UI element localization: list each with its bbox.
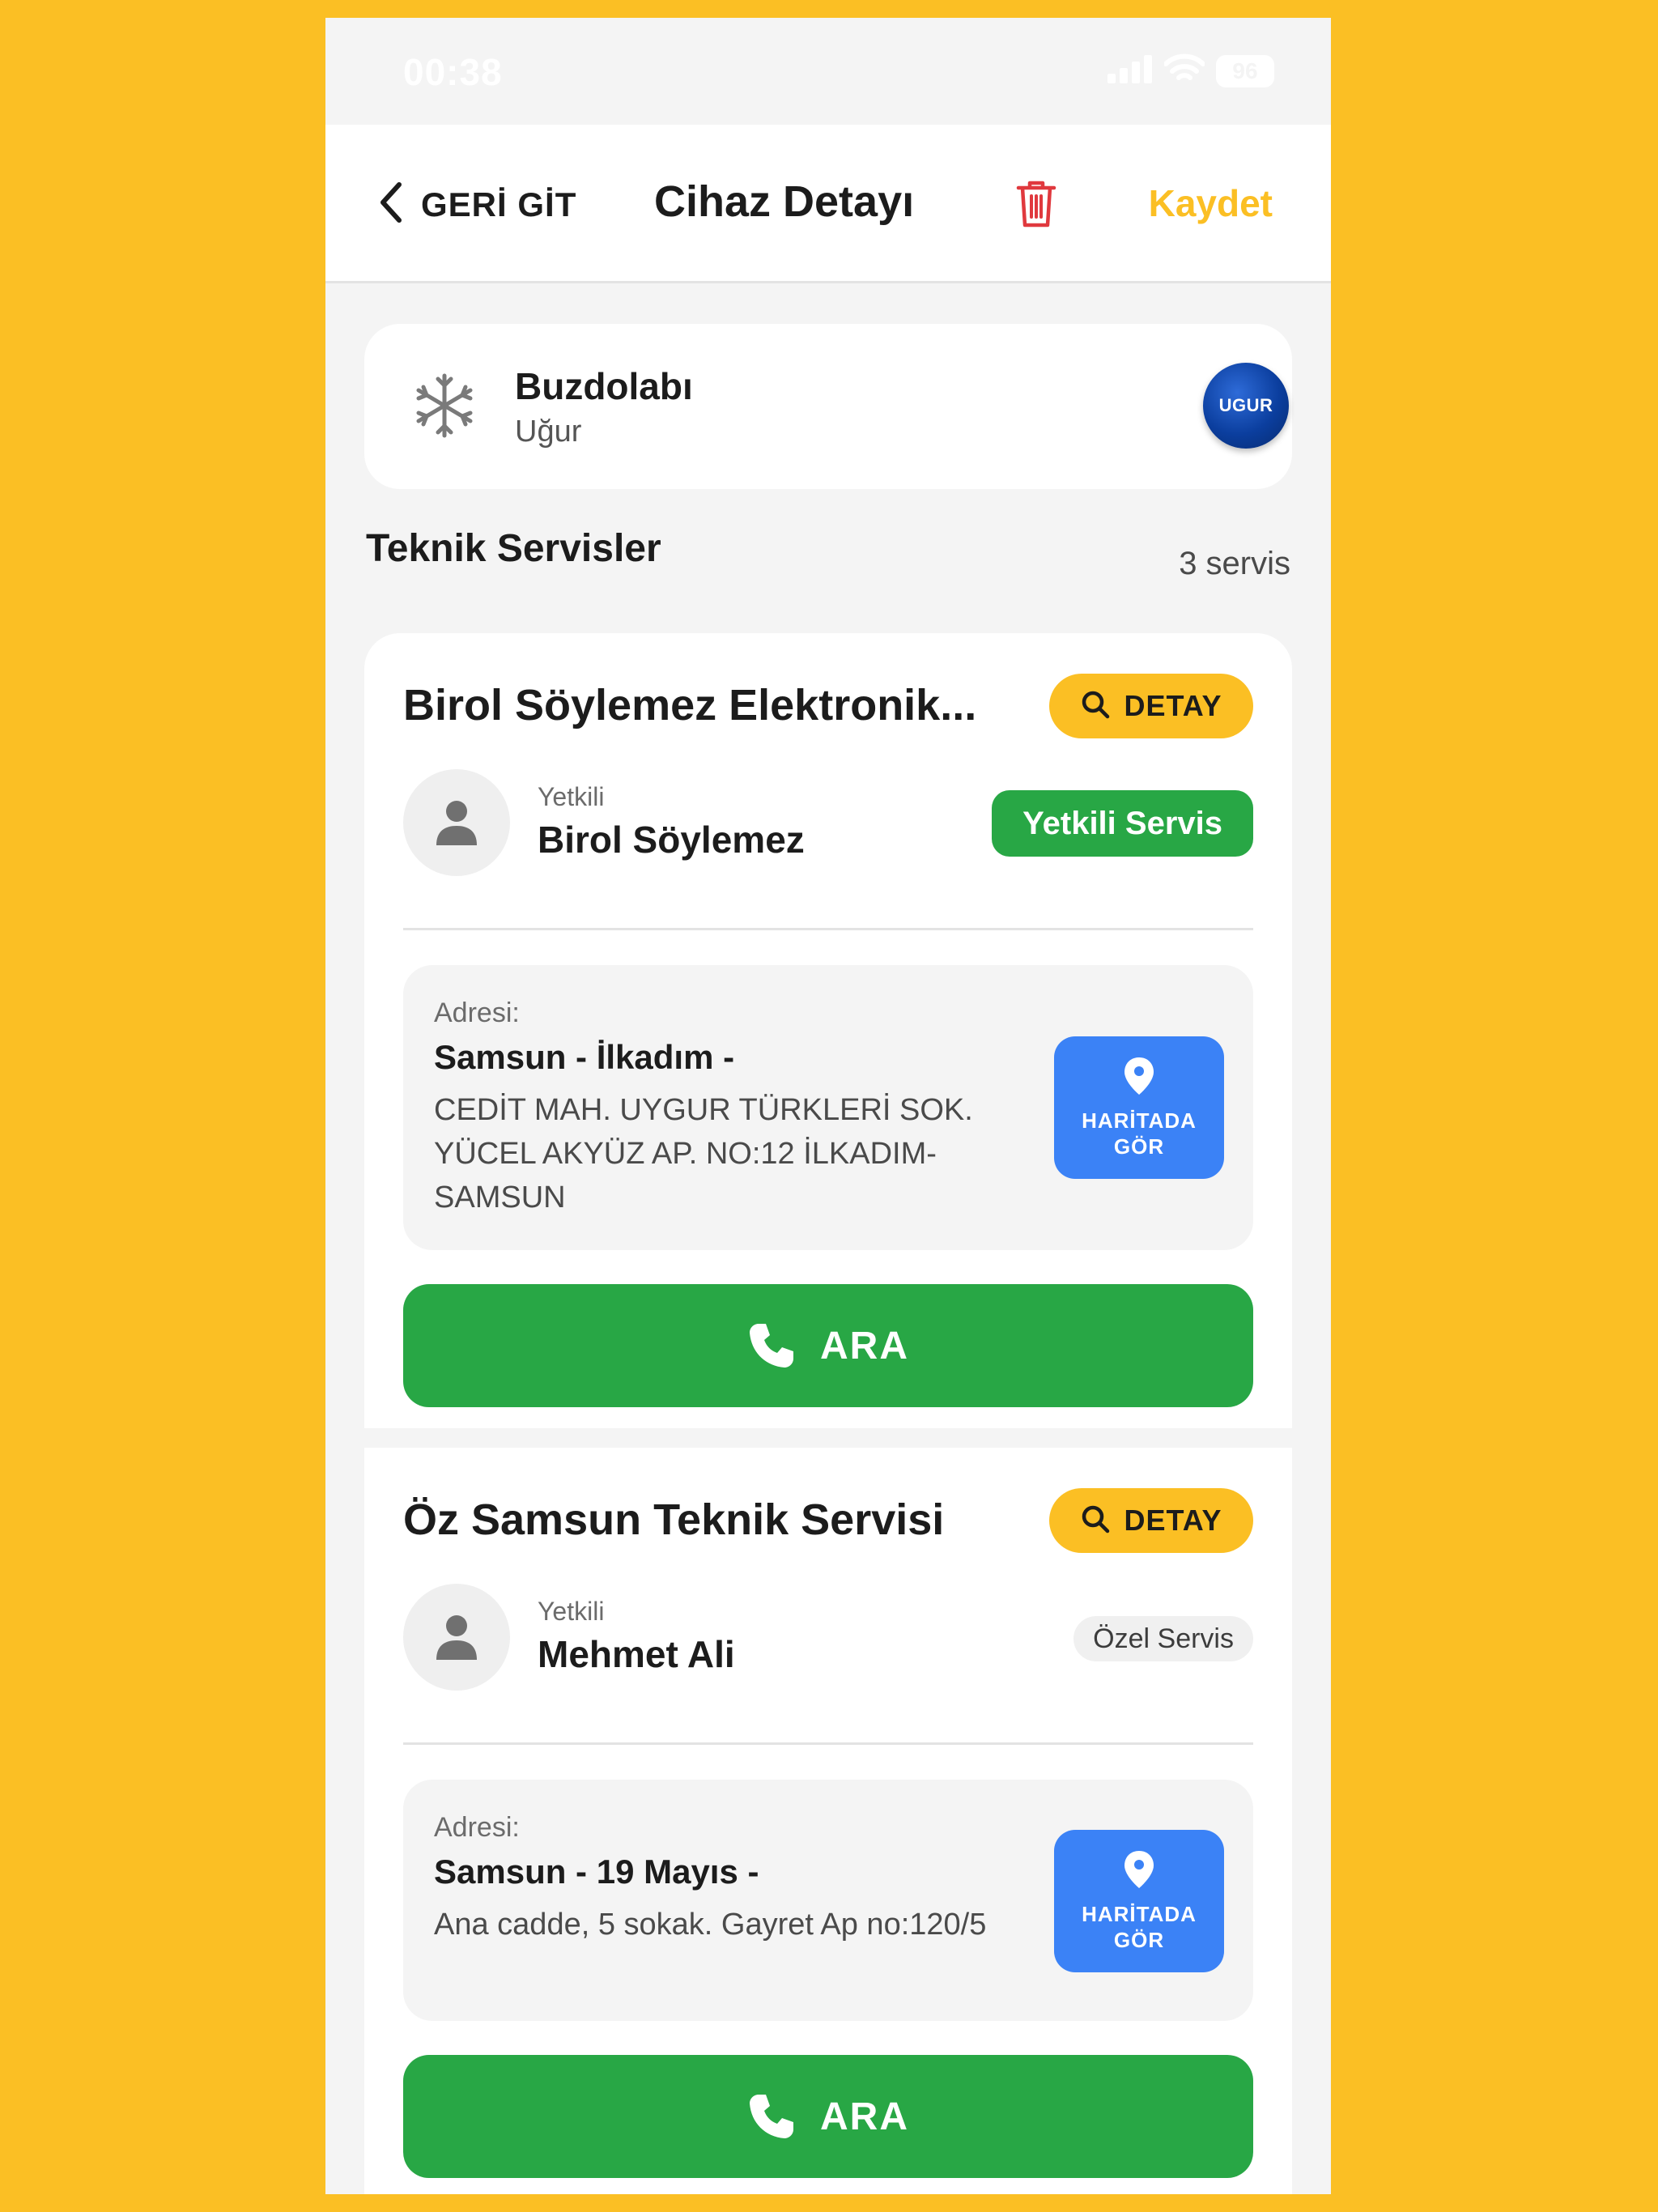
map-button[interactable]: HARİTADA GÖR [1054, 1036, 1224, 1179]
phone-icon [750, 1324, 793, 1368]
address-line: Ana cadde, 5 sokak. Gayret Ap no:120/5 [434, 1908, 987, 1942]
service-card: Birol Söylemez Elektronik... DETAY Yetki… [364, 633, 1292, 1428]
avatar [403, 769, 510, 876]
contact-name: Mehmet Ali [538, 1633, 735, 1675]
detail-label: DETAY [1124, 689, 1222, 722]
save-button[interactable]: Kaydet [1149, 181, 1273, 225]
address-box: Adresi: Samsun - İlkadım - CEDİT MAH. UY… [403, 965, 1253, 1250]
section-title: Teknik Servisler [366, 527, 661, 570]
status-badge: Yetkili Servis [992, 790, 1253, 857]
address-box: Adresi: Samsun - 19 Mayıs - Ana cadde, 5… [403, 1780, 1253, 2021]
call-button[interactable]: ARA [403, 1284, 1253, 1407]
delete-button[interactable] [1015, 178, 1057, 232]
status-bar: 00:38 96 [325, 18, 1331, 125]
contact-role: Yetkili [538, 782, 605, 811]
phone-icon [750, 2095, 793, 2138]
detail-label: DETAY [1124, 1504, 1222, 1537]
map-label: HARİTADA GÖR [1082, 1108, 1197, 1159]
address-city: Samsun - İlkadım - [434, 1038, 735, 1076]
device-brand: Uğur [515, 415, 582, 449]
address-city: Samsun - 19 Mayıs - [434, 1853, 759, 1891]
address-line: CEDİT MAH. UYGUR TÜRKLERİ SOK. YÜCEL AKY… [434, 1093, 973, 1214]
page-title: Cihaz Detayı [654, 177, 915, 226]
map-label: HARİTADA GÖR [1082, 1902, 1197, 1952]
brand-logo: UGUR [1203, 363, 1289, 449]
location-pin-icon [1124, 1851, 1154, 1888]
location-pin-icon [1124, 1057, 1154, 1095]
back-button[interactable]: GERİ GİT [379, 181, 576, 228]
signal-icon [1107, 54, 1153, 87]
nav-header: GERİ GİT Cihaz Detayı Kaydet [325, 125, 1331, 283]
call-button[interactable]: ARA [403, 2055, 1253, 2178]
status-time: 00:38 [403, 51, 503, 93]
detail-button[interactable]: DETAY [1049, 674, 1253, 738]
status-icons: 96 [1107, 53, 1274, 88]
chevron-left-icon [379, 181, 403, 228]
map-button[interactable]: HARİTADA GÖR [1054, 1830, 1224, 1972]
trash-icon [1016, 181, 1056, 228]
call-label: ARA [820, 1324, 909, 1368]
divider [403, 1742, 1253, 1745]
service-count: 3 servis [1179, 546, 1290, 581]
address-label: Adresi: [434, 998, 520, 1028]
wifi-icon [1163, 53, 1205, 88]
contact-name: Birol Söylemez [538, 819, 805, 861]
battery-indicator: 96 [1216, 54, 1274, 87]
device-name: Buzdolabı [515, 365, 693, 407]
device-card: Buzdolabı Uğur UGUR [364, 324, 1292, 489]
snowflake-icon [413, 372, 476, 443]
search-icon [1080, 1504, 1111, 1538]
person-icon [436, 801, 477, 845]
back-label: GERİ GİT [421, 185, 577, 223]
service-name[interactable]: Birol Söylemez Elektronik... [403, 680, 976, 730]
phone-screen: 00:38 96 GERİ GİT Cihaz Detayı Kaydet Bu… [325, 18, 1331, 2194]
avatar [403, 1584, 510, 1691]
address-label: Adresi: [434, 1812, 520, 1843]
search-icon [1080, 689, 1111, 724]
detail-button[interactable]: DETAY [1049, 1488, 1253, 1553]
brand-logo-text: UGUR [1218, 395, 1273, 415]
status-badge: Özel Servis [1073, 1616, 1253, 1661]
person-icon [436, 1615, 477, 1660]
contact-role: Yetkili [538, 1597, 605, 1626]
service-name[interactable]: Öz Samsun Teknik Servisi [403, 1495, 944, 1545]
divider [403, 928, 1253, 930]
service-card: Öz Samsun Teknik Servisi DETAY Yetkili M… [364, 1448, 1292, 2194]
call-label: ARA [820, 2095, 909, 2138]
